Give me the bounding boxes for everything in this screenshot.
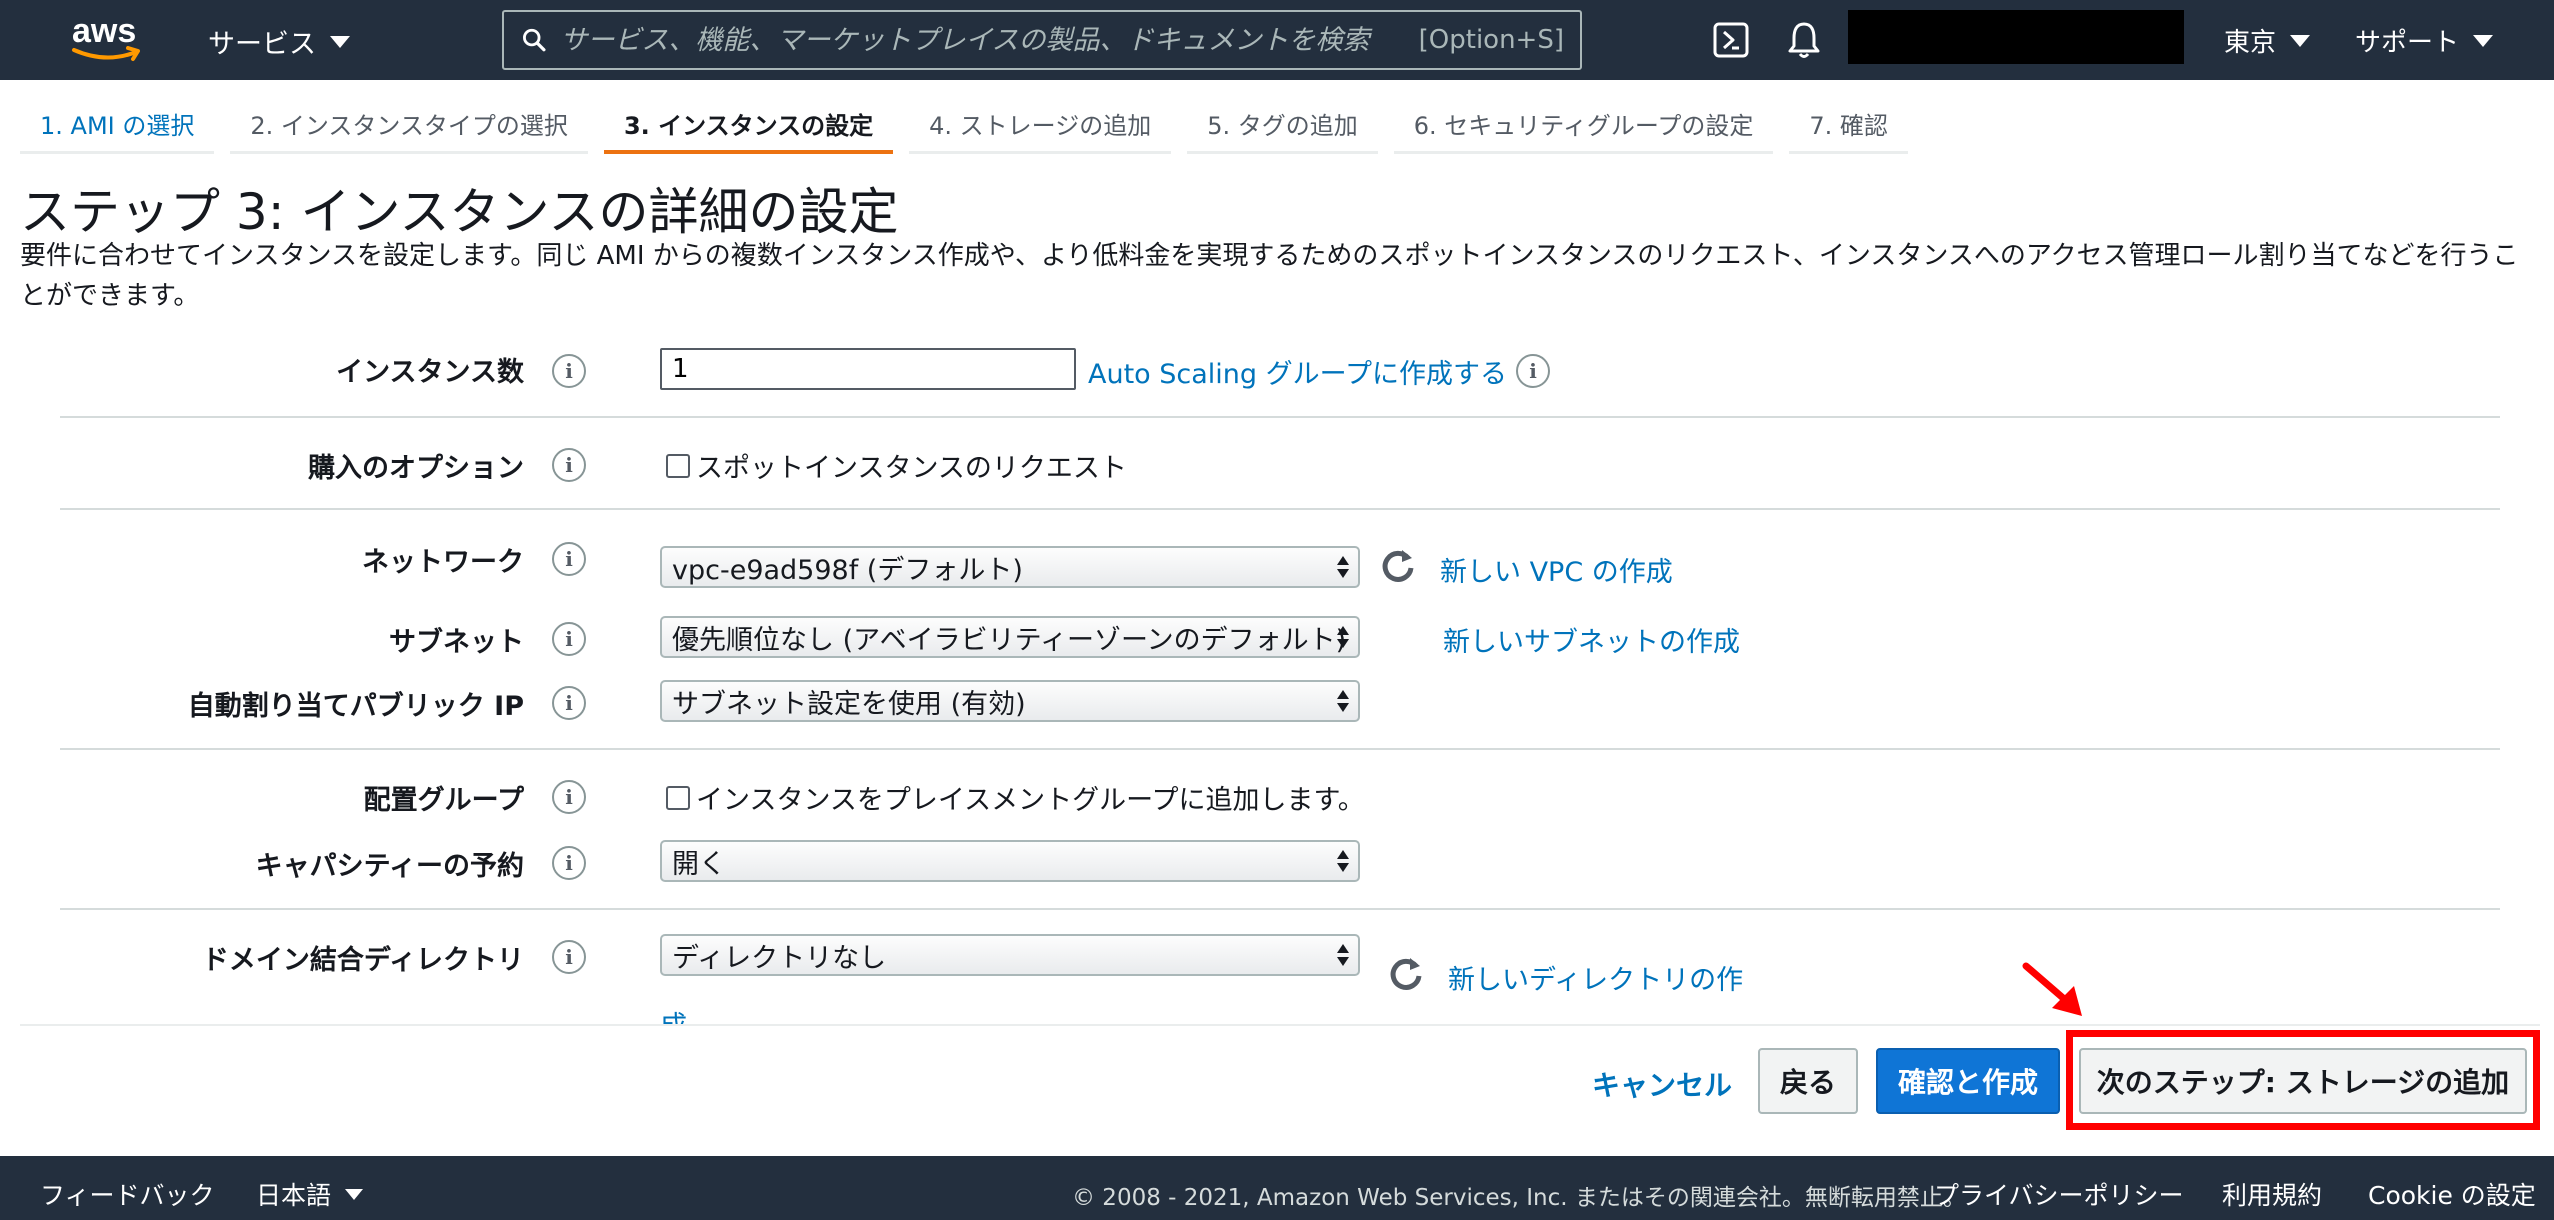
create-vpc-link[interactable]: 新しい VPC の作成 xyxy=(1440,550,1673,589)
aws-logo[interactable]: aws xyxy=(70,12,150,68)
wizard-steps: 1. AMI の選択 2. インスタンスタイプの選択 3. インスタンスの設定 … xyxy=(20,96,1924,156)
privacy-policy-link[interactable]: プライバシーポリシー xyxy=(1934,1176,2184,1212)
step-tab-security-group[interactable]: 6. セキュリティグループの設定 xyxy=(1393,96,1774,154)
capacity-reservation-label: キャパシティーの予約 xyxy=(255,851,524,882)
domain-join-label: ドメイン結合ディレクトリ xyxy=(201,945,524,976)
caret-down-icon xyxy=(330,35,350,48)
subnet-select[interactable]: 優先順位なし (アベイラビリティーゾーンのデフォルト) xyxy=(660,616,1360,658)
footer: フィードバック 日本語 © 2008 - 2021, Amazon Web Se… xyxy=(0,1156,2554,1220)
divider xyxy=(60,416,2500,418)
capacity-reservation-value: 開く xyxy=(672,848,726,880)
public-ip-label: 自動割り当てパブリック IP xyxy=(187,691,524,722)
search-bar[interactable]: [Option+S] xyxy=(502,10,1582,70)
info-icon[interactable]: i xyxy=(552,686,586,720)
domain-join-value: ディレクトリなし xyxy=(672,942,887,974)
caret-down-icon xyxy=(2473,34,2494,47)
services-menu[interactable]: サービス xyxy=(208,22,350,61)
subnet-select-value: 優先順位なし (アベイラビリティーゾーンのデフォルト) xyxy=(672,624,1347,656)
caret-down-icon xyxy=(345,1188,364,1200)
info-icon[interactable]: i xyxy=(552,846,586,880)
refresh-icon[interactable] xyxy=(1386,954,1426,994)
select-arrows-icon xyxy=(1336,624,1350,652)
account-menu-redacted[interactable] xyxy=(1848,10,2184,64)
select-arrows-icon xyxy=(1336,848,1350,876)
cancel-link[interactable]: キャンセル xyxy=(1592,1064,1732,1104)
search-input[interactable] xyxy=(560,24,1419,56)
language-label: 日本語 xyxy=(256,1181,332,1210)
feedback-link[interactable]: フィードバック xyxy=(40,1176,215,1212)
step-tab-storage[interactable]: 4. ストレージの追加 xyxy=(909,96,1172,154)
info-icon[interactable]: i xyxy=(1516,354,1550,388)
copyright-text: © 2008 - 2021, Amazon Web Services, Inc.… xyxy=(1072,1185,1966,1211)
select-arrows-icon xyxy=(1336,554,1350,582)
create-directory-link[interactable]: 新しいディレクトリの作 xyxy=(1448,958,1743,997)
public-ip-select[interactable]: サブネット設定を使用 (有効) xyxy=(660,680,1360,722)
purchase-option-label: 購入のオプション xyxy=(308,453,524,484)
network-label: ネットワーク xyxy=(362,547,524,578)
spot-request-checkbox[interactable]: スポットインスタンスのリクエスト xyxy=(666,446,1127,485)
info-icon[interactable]: i xyxy=(552,622,586,656)
create-directory-link-wrap[interactable]: 成 xyxy=(660,1004,687,1024)
instance-count-label: インスタンス数 xyxy=(336,357,524,388)
divider xyxy=(60,748,2500,750)
step-tab-ami[interactable]: 1. AMI の選択 xyxy=(20,96,215,154)
step-tab-instance-type[interactable]: 2. インスタンスタイプの選択 xyxy=(230,96,588,154)
step-tab-configure-instance[interactable]: 3. インスタンスの設定 xyxy=(603,96,894,154)
caret-down-icon xyxy=(2290,34,2311,47)
region-label: 東京 xyxy=(2224,28,2277,58)
page-description: 要件に合わせてインスタンスを設定します。同じ AMI からの複数インスタンス作成… xyxy=(20,241,2519,311)
divider xyxy=(60,508,2500,510)
step-tab-tags[interactable]: 5. タグの追加 xyxy=(1187,96,1378,154)
placement-group-checkbox-label: インスタンスをプレイスメントグループに追加します。 xyxy=(696,785,1365,816)
search-icon xyxy=(523,28,546,52)
select-arrows-icon xyxy=(1336,688,1350,716)
info-icon[interactable]: i xyxy=(552,354,586,388)
terms-link[interactable]: 利用規約 xyxy=(2222,1176,2322,1212)
cloudshell-icon[interactable] xyxy=(1713,22,1749,58)
support-label: サポート xyxy=(2355,28,2460,58)
placement-group-label: 配置グループ xyxy=(363,785,524,816)
annotation-arrow-icon xyxy=(2022,962,2082,1016)
placement-group-checkbox[interactable]: インスタンスをプレイスメントグループに追加します。 xyxy=(666,778,1365,817)
search-shortcut-hint: [Option+S] xyxy=(1418,25,1564,55)
services-label: サービス xyxy=(208,29,316,60)
bell-icon[interactable] xyxy=(1786,20,1822,60)
info-icon[interactable]: i xyxy=(552,940,586,974)
region-menu[interactable]: 東京 xyxy=(2224,22,2311,59)
public-ip-select-value: サブネット設定を使用 (有効) xyxy=(672,688,1026,720)
info-icon[interactable]: i xyxy=(552,448,586,482)
info-icon[interactable]: i xyxy=(552,542,586,576)
top-navigation: aws サービス [Option+S] 東京 サポート xyxy=(0,0,2554,80)
step-tab-review[interactable]: 7. 確認 xyxy=(1789,96,1908,154)
divider xyxy=(60,908,2500,910)
select-arrows-icon xyxy=(1336,942,1350,970)
spot-request-label: スポットインスタンスのリクエスト xyxy=(696,453,1127,484)
capacity-reservation-select[interactable]: 開く xyxy=(660,840,1360,882)
support-menu[interactable]: サポート xyxy=(2355,22,2494,59)
back-button[interactable]: 戻る xyxy=(1758,1048,1858,1114)
cookie-settings-link[interactable]: Cookie の設定 xyxy=(2368,1176,2536,1212)
page-title: ステップ 3: インスタンスの詳細の設定 xyxy=(20,183,899,241)
annotation-highlight-box xyxy=(2066,1030,2540,1130)
network-select-value: vpc-e9ad598f (デフォルト) xyxy=(672,554,1023,586)
info-icon[interactable]: i xyxy=(552,780,586,814)
aws-smile-icon xyxy=(72,46,140,61)
checkbox-box[interactable] xyxy=(666,785,690,810)
subnet-label: サブネット xyxy=(389,627,524,658)
domain-join-select[interactable]: ディレクトリなし xyxy=(660,934,1360,976)
checkbox-box[interactable] xyxy=(666,453,690,478)
scroll-boundary xyxy=(20,1024,2540,1026)
refresh-icon[interactable] xyxy=(1378,546,1418,586)
network-select[interactable]: vpc-e9ad598f (デフォルト) xyxy=(660,546,1360,588)
review-and-launch-button[interactable]: 確認と作成 xyxy=(1876,1048,2060,1114)
auto-scaling-link[interactable]: Auto Scaling グループに作成する xyxy=(1088,352,1507,391)
create-subnet-link[interactable]: 新しいサブネットの作成 xyxy=(1443,620,1740,659)
language-selector[interactable]: 日本語 xyxy=(256,1176,364,1212)
instance-count-input[interactable] xyxy=(660,348,1076,390)
